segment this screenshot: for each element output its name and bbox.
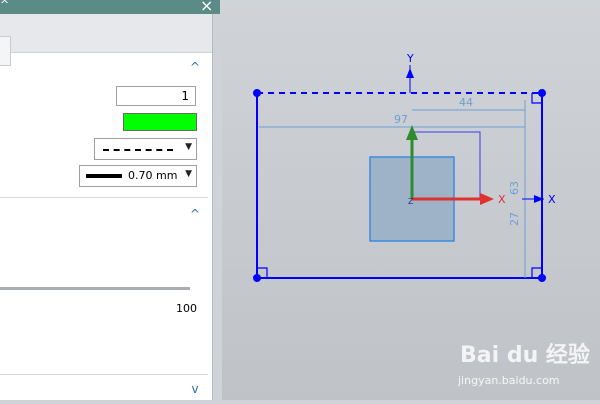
count-input[interactable]: 1 [116,86,196,106]
x-axis-label: X [548,193,556,206]
slider-track[interactable] [0,287,190,290]
properties-panel: ^ × ^ 1 ▼ 0.70 mm ▼ ^ 100 v [0,0,220,400]
dimension-44-label[interactable]: 44 [459,96,473,109]
dimension-27-label[interactable]: 27 [508,212,521,226]
dimension-63-label[interactable]: 63 [508,181,521,195]
sketch-canvas: 97 44 63 27 Y X X Z Bai du 经验 jingyan.ba… [222,0,600,400]
expand-section-3-icon[interactable]: v [188,382,202,396]
corner-point[interactable] [253,89,261,97]
origin-z-label: Z [408,197,414,206]
dropdown-arrow-icon: ▼ [185,169,192,179]
collapse-section-1-icon[interactable]: ^ [188,60,202,74]
line-type-dropdown[interactable]: ▼ [94,138,197,160]
panel-title-glyph: ^ [0,0,10,11]
watermark-brand: Bai du 经验 [460,342,590,368]
close-icon[interactable]: × [200,0,213,15]
collapse-section-2-icon[interactable]: ^ [188,207,202,221]
origin-x-label: X [498,193,506,206]
slider-value: 100 [176,302,197,315]
color-picker[interactable] [123,113,197,131]
dashed-line-icon [103,149,173,151]
section-divider [0,197,208,198]
panel-tab[interactable] [0,36,11,66]
corner-point[interactable] [253,274,261,282]
section-divider [0,374,208,375]
graphics-window[interactable]: 97 44 63 27 Y X X Z Bai du 经验 jingyan.ba… [222,0,600,400]
dropdown-arrow-icon: ▼ [185,142,192,152]
line-width-label: 0.70 mm [128,169,178,182]
panel-tabbar [0,14,212,66]
corner-point[interactable] [538,89,546,97]
line-width-icon [86,174,122,178]
watermark-url: jingyan.baidu.com [457,374,560,387]
corner-point[interactable] [538,274,546,282]
y-axis-label: Y [406,52,414,65]
panel-titlebar: ^ × [0,0,220,15]
dimension-97-label[interactable]: 97 [394,113,408,126]
line-width-dropdown[interactable]: 0.70 mm ▼ [79,165,197,187]
